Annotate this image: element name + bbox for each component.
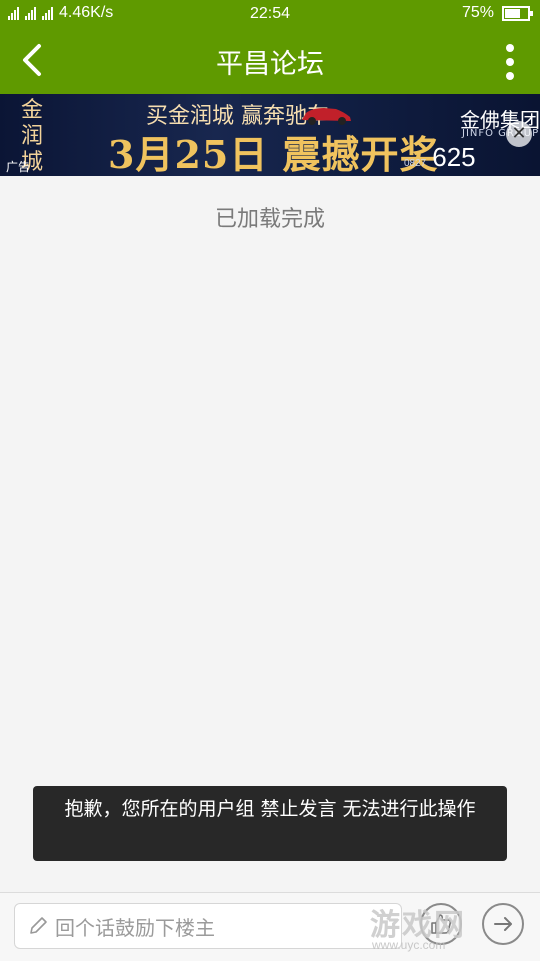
pencil-icon (30, 917, 47, 934)
reply-input[interactable]: 回个话鼓励下楼主 (14, 903, 402, 949)
loaded-status-text: 已加载完成 (214, 207, 325, 232)
clock: 22:54 (249, 5, 291, 22)
ad-phone: 0827625 8888 (404, 142, 540, 176)
status-bar: 4.46K/s 22:54 75% (0, 0, 540, 28)
share-button[interactable] (482, 903, 524, 945)
battery-percent: 75% (461, 4, 494, 21)
status-right: 75% (461, 4, 533, 22)
page-title: 平昌论坛 (216, 49, 324, 80)
ad-close-button[interactable]: ✕ (506, 121, 532, 147)
ad-banner[interactable]: 金润城 买金润城 赢奔驰车 3月25日 震撼开奖 金佛集团 JINFO GROU… (0, 94, 540, 176)
reply-placeholder: 回个话鼓励下楼主 (55, 915, 215, 940)
car-icon (302, 108, 351, 125)
share-arrow-icon (494, 917, 512, 931)
more-vertical-icon (500, 44, 520, 80)
watermark-url: www.uyc.com (372, 938, 446, 952)
close-icon: ✕ (511, 123, 527, 144)
ad-phone-area: 0827 (404, 158, 427, 169)
ad-headline-2: 3月25日 震撼开奖 (108, 132, 439, 176)
battery-icon (502, 5, 533, 21)
more-button[interactable] (500, 40, 520, 84)
nav-bar: 平昌论坛 (0, 28, 540, 94)
ad-label: 广告 (6, 160, 31, 174)
toast-message: 抱歉，您所在的用户组 禁止发言 无法进行此操作 (33, 786, 507, 861)
app-header: 4.46K/s 22:54 75% 平昌论坛 (0, 0, 540, 94)
